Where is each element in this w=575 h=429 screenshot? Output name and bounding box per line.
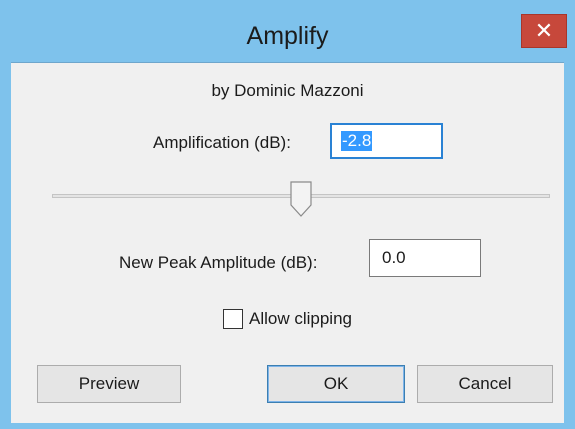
title-bar[interactable]: Amplify ✕ [0, 0, 575, 62]
amplification-value: -2.8 [341, 131, 373, 151]
dialog-body: by Dominic Mazzoni Amplification (dB): -… [11, 62, 564, 423]
author-label: by Dominic Mazzoni [211, 81, 364, 100]
window-title: Amplify [246, 22, 329, 50]
allow-clipping-label[interactable]: Allow clipping [249, 309, 352, 329]
amplification-slider[interactable] [290, 181, 312, 217]
ok-button[interactable]: OK [267, 365, 405, 403]
new-peak-label: New Peak Amplitude (dB): [119, 253, 318, 272]
close-button[interactable]: ✕ [521, 14, 567, 48]
preview-button[interactable]: Preview [37, 365, 181, 403]
amplification-input[interactable]: -2.8 [330, 123, 443, 159]
close-icon: ✕ [534, 18, 554, 43]
cancel-button[interactable]: Cancel [417, 365, 553, 403]
amplify-dialog-window: Amplify ✕ by Dominic Mazzoni Amplificati… [0, 0, 575, 429]
new-peak-input[interactable]: 0.0 [369, 239, 481, 277]
allow-clipping-checkbox[interactable] [223, 309, 243, 329]
new-peak-value: 0.0 [382, 248, 406, 267]
slider-thumb-icon [290, 181, 312, 217]
amplification-label: Amplification (dB): [153, 133, 291, 152]
